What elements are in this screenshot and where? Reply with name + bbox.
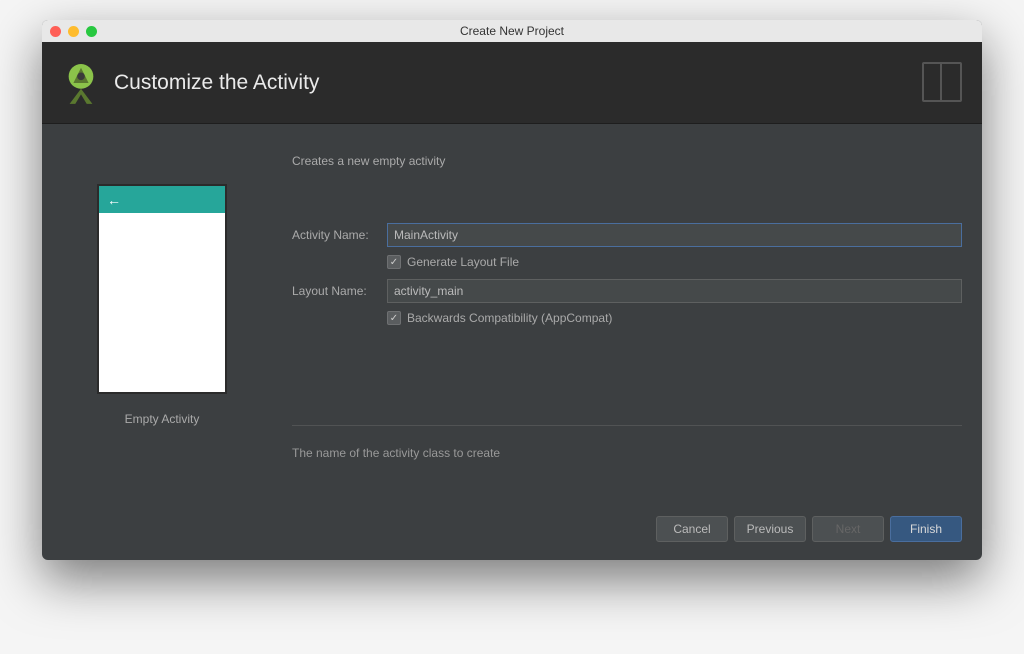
footer-buttons: Cancel Previous Next Finish: [42, 504, 982, 560]
backwards-compat-checkbox[interactable]: ✓: [387, 311, 401, 325]
layout-preview-icon: [922, 62, 962, 102]
activity-name-row: Activity Name:: [292, 223, 962, 247]
backwards-compat-row: ✓ Backwards Compatibility (AppCompat): [387, 311, 962, 325]
generate-layout-checkbox[interactable]: ✓: [387, 255, 401, 269]
form-subtitle: Creates a new empty activity: [292, 154, 962, 168]
phone-preview: ←: [97, 184, 227, 394]
preview-column: ← Empty Activity: [62, 154, 262, 484]
help-text: The name of the activity class to create: [292, 446, 962, 460]
back-arrow-icon: ←: [107, 192, 121, 208]
minimize-window-button[interactable]: [68, 26, 79, 37]
generate-layout-row: ✓ Generate Layout File: [387, 255, 962, 269]
titlebar: Create New Project: [42, 20, 982, 42]
header-banner: Customize the Activity: [42, 42, 982, 124]
cancel-button[interactable]: Cancel: [656, 516, 728, 542]
content-area: ← Empty Activity Creates a new empty act…: [42, 124, 982, 504]
previous-button[interactable]: Previous: [734, 516, 806, 542]
preview-label: Empty Activity: [125, 412, 200, 426]
divider: [292, 425, 962, 426]
generate-layout-label: Generate Layout File: [407, 255, 519, 269]
window-controls: [50, 26, 97, 37]
activity-name-label: Activity Name:: [292, 228, 387, 242]
activity-name-input[interactable]: [387, 223, 962, 247]
next-button: Next: [812, 516, 884, 542]
backwards-compat-label: Backwards Compatibility (AppCompat): [407, 311, 612, 325]
layout-name-label: Layout Name:: [292, 284, 387, 298]
form-column: Creates a new empty activity Activity Na…: [262, 154, 962, 484]
close-window-button[interactable]: [50, 26, 61, 37]
phone-actionbar: ←: [99, 186, 225, 213]
maximize-window-button[interactable]: [86, 26, 97, 37]
finish-button[interactable]: Finish: [890, 516, 962, 542]
layout-name-input[interactable]: [387, 279, 962, 303]
page-title: Customize the Activity: [114, 71, 319, 95]
wizard-window: Create New Project Customize the Activit…: [42, 20, 982, 560]
android-studio-icon: [62, 62, 100, 104]
layout-name-row: Layout Name:: [292, 279, 962, 303]
window-title: Create New Project: [42, 24, 982, 38]
